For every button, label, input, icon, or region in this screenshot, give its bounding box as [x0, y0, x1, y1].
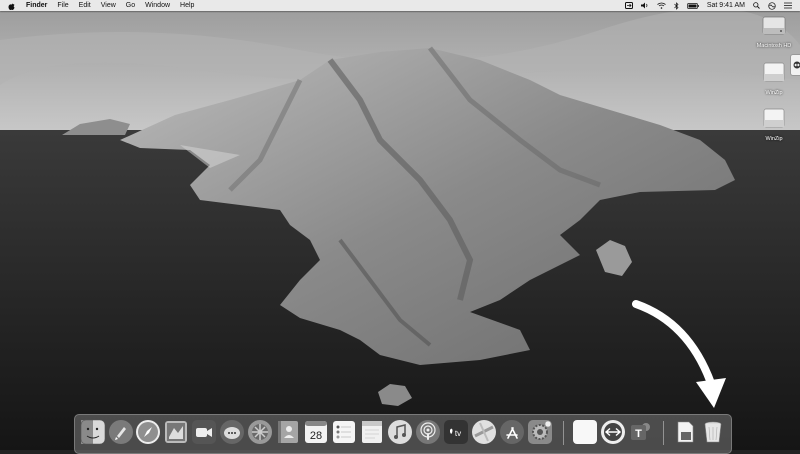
dock-photos[interactable] [247, 419, 273, 445]
disk-image-icon [762, 107, 786, 134]
maps-icon [471, 419, 497, 445]
reminders-icon [331, 419, 357, 445]
hard-drive-icon [762, 14, 786, 41]
dock-teamviewer[interactable] [600, 419, 626, 445]
mail-icon [163, 419, 189, 445]
menu-help[interactable]: Help [180, 2, 194, 9]
app-store-icon [499, 419, 525, 445]
dock-system-preferences[interactable] [527, 419, 553, 445]
menu-window[interactable]: Window [145, 2, 170, 9]
dock-separator [663, 421, 664, 445]
menu-view[interactable]: View [101, 2, 116, 9]
dock-finder[interactable] [80, 419, 106, 445]
dock-messages[interactable] [219, 419, 245, 445]
dock-teams[interactable]: T [628, 419, 654, 445]
teamviewer-icon [793, 56, 800, 74]
dock-app-store[interactable] [499, 419, 525, 445]
photos-icon [247, 419, 273, 445]
dock-podcasts[interactable] [415, 419, 441, 445]
podcasts-icon [415, 419, 441, 445]
desktop-icon-label: WinZip [765, 136, 782, 142]
volume-icon[interactable] [641, 2, 649, 9]
tv-label: tv [455, 429, 461, 438]
side-panel-handle[interactable] [790, 54, 800, 76]
menu-clock[interactable]: Sat 9:41 AM [707, 2, 745, 9]
search-icon[interactable] [753, 2, 760, 9]
teams-icon: T [628, 419, 654, 445]
menu-go[interactable]: Go [126, 2, 135, 9]
desktop-icon-winzip[interactable]: WinZip [750, 107, 798, 142]
menu-file[interactable]: File [57, 2, 68, 9]
dock-mail[interactable] [163, 419, 189, 445]
dock-downloads[interactable] [672, 419, 698, 445]
tv-icon: tv [443, 419, 469, 445]
menu-bar: Finder File Edit View Go Window Help Sat… [0, 0, 800, 11]
desktop-icon-macintosh-hd[interactable]: Macintosh HD [750, 14, 798, 49]
desktop-icon-label: Macintosh HD [757, 43, 792, 49]
music-icon [387, 419, 413, 445]
disk-image-icon [762, 61, 786, 88]
dock-launchpad[interactable] [108, 419, 134, 445]
downloads-stack-icon [672, 419, 698, 445]
menu-edit[interactable]: Edit [79, 2, 91, 9]
notes-icon [359, 419, 385, 445]
dock-trash[interactable] [700, 419, 726, 445]
siri-icon[interactable] [768, 2, 776, 10]
dock-notes[interactable] [359, 419, 385, 445]
wifi-icon[interactable] [657, 2, 666, 9]
messages-icon [219, 419, 245, 445]
dock-calendar[interactable]: 28 [303, 419, 329, 445]
dock-facetime[interactable] [191, 419, 217, 445]
dock-blank-app[interactable] [572, 419, 598, 445]
dock-maps[interactable] [471, 419, 497, 445]
dock-separator [563, 421, 564, 445]
desktop-icon-label: WinZip [765, 90, 782, 96]
dock-reminders[interactable] [331, 419, 357, 445]
calendar-icon: 28 [303, 419, 329, 445]
teams-letter: T [635, 428, 642, 440]
dock-safari[interactable] [135, 419, 161, 445]
launchpad-icon [108, 419, 134, 445]
battery-icon[interactable] [687, 3, 699, 9]
menu-list-icon[interactable] [784, 2, 792, 9]
apple-menu-icon[interactable] [8, 1, 16, 10]
contacts-icon [275, 419, 301, 445]
dock-music[interactable] [387, 419, 413, 445]
teamviewer-status-icon[interactable] [625, 2, 633, 9]
calendar-date: 28 [310, 430, 322, 442]
blank-app-icon [572, 419, 598, 445]
facetime-icon [191, 419, 217, 445]
dock-contacts[interactable] [275, 419, 301, 445]
finder-icon [80, 419, 106, 445]
trash-icon [700, 419, 726, 445]
bluetooth-icon[interactable] [674, 2, 679, 10]
dock: 28 tv T [74, 414, 732, 454]
teamviewer-icon [600, 419, 626, 445]
system-preferences-icon [527, 419, 553, 445]
menu-app-name[interactable]: Finder [26, 2, 47, 9]
dock-tv[interactable]: tv [443, 419, 469, 445]
curved-arrow-icon [630, 298, 730, 410]
safari-icon [135, 419, 161, 445]
